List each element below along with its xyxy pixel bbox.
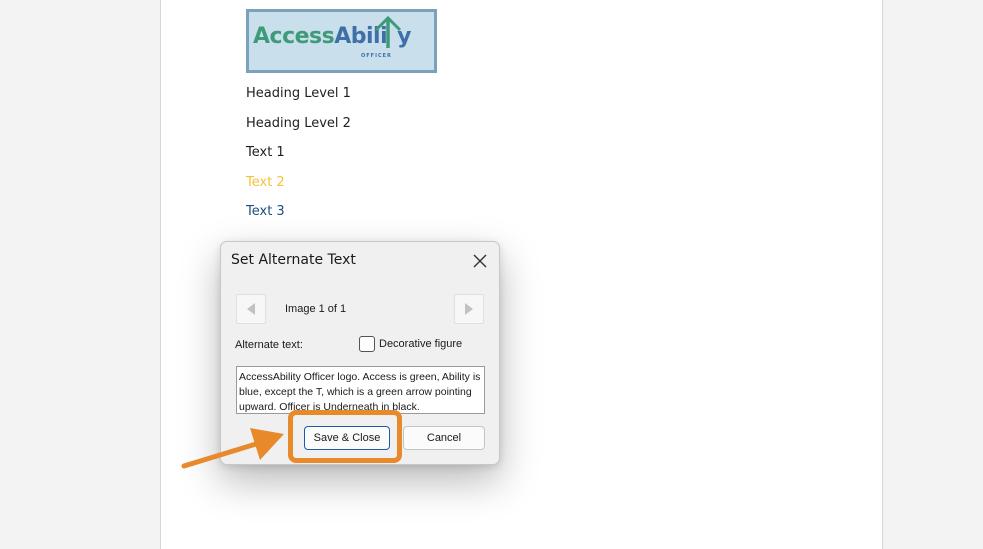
- dialog-title: Set Alternate Text: [231, 252, 356, 268]
- logo-tagline: OFFICER: [361, 53, 392, 59]
- arrow-pointer-icon: [181, 428, 284, 469]
- next-image-button[interactable]: [454, 294, 484, 324]
- alternate-text-field[interactable]: AccessAbility Officer logo. Access is gr…: [236, 366, 485, 414]
- highlight-box: [288, 410, 402, 463]
- alternate-text-label: Alternate text:: [235, 339, 303, 351]
- text-2: Text 2: [246, 175, 285, 190]
- image-counter: Image 1 of 1: [285, 303, 347, 315]
- triangle-left-icon: [247, 303, 255, 315]
- heading-level-2: Heading Level 2: [246, 116, 351, 131]
- close-icon[interactable]: [469, 250, 491, 272]
- previous-image-button[interactable]: [236, 294, 266, 324]
- decorative-figure-label[interactable]: Decorative figure: [379, 338, 462, 350]
- decorative-figure-checkbox[interactable]: [359, 336, 375, 352]
- cancel-button[interactable]: Cancel: [403, 426, 485, 450]
- accessability-logo-image[interactable]: AccessAbility OFFICER: [246, 9, 437, 73]
- text-3: Text 3: [246, 204, 285, 219]
- arrow-up-icon: [374, 15, 402, 48]
- heading-level-1: Heading Level 1: [246, 86, 351, 101]
- text-1: Text 1: [246, 145, 285, 160]
- triangle-right-icon: [465, 303, 473, 315]
